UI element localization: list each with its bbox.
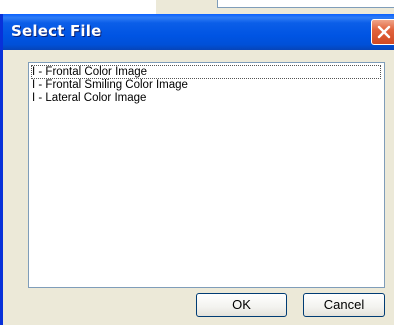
close-button[interactable] xyxy=(371,19,394,45)
close-x-icon xyxy=(377,25,391,39)
select-file-dialog: Select File I - Frontal Color Image I - … xyxy=(0,14,394,325)
dialog-title: Select File xyxy=(11,22,102,40)
background-field xyxy=(217,0,394,8)
cancel-button[interactable]: Cancel xyxy=(303,293,385,317)
ok-button[interactable]: OK xyxy=(196,293,287,317)
file-listbox[interactable]: I - Frontal Color Image I - Frontal Smil… xyxy=(28,62,385,288)
list-item[interactable]: I - Lateral Color Image xyxy=(32,92,146,104)
list-item[interactable]: I - Frontal Smiling Color Image xyxy=(32,79,188,91)
list-item[interactable]: I - Frontal Color Image xyxy=(31,65,381,79)
dialog-titlebar[interactable]: Select File xyxy=(3,14,394,50)
